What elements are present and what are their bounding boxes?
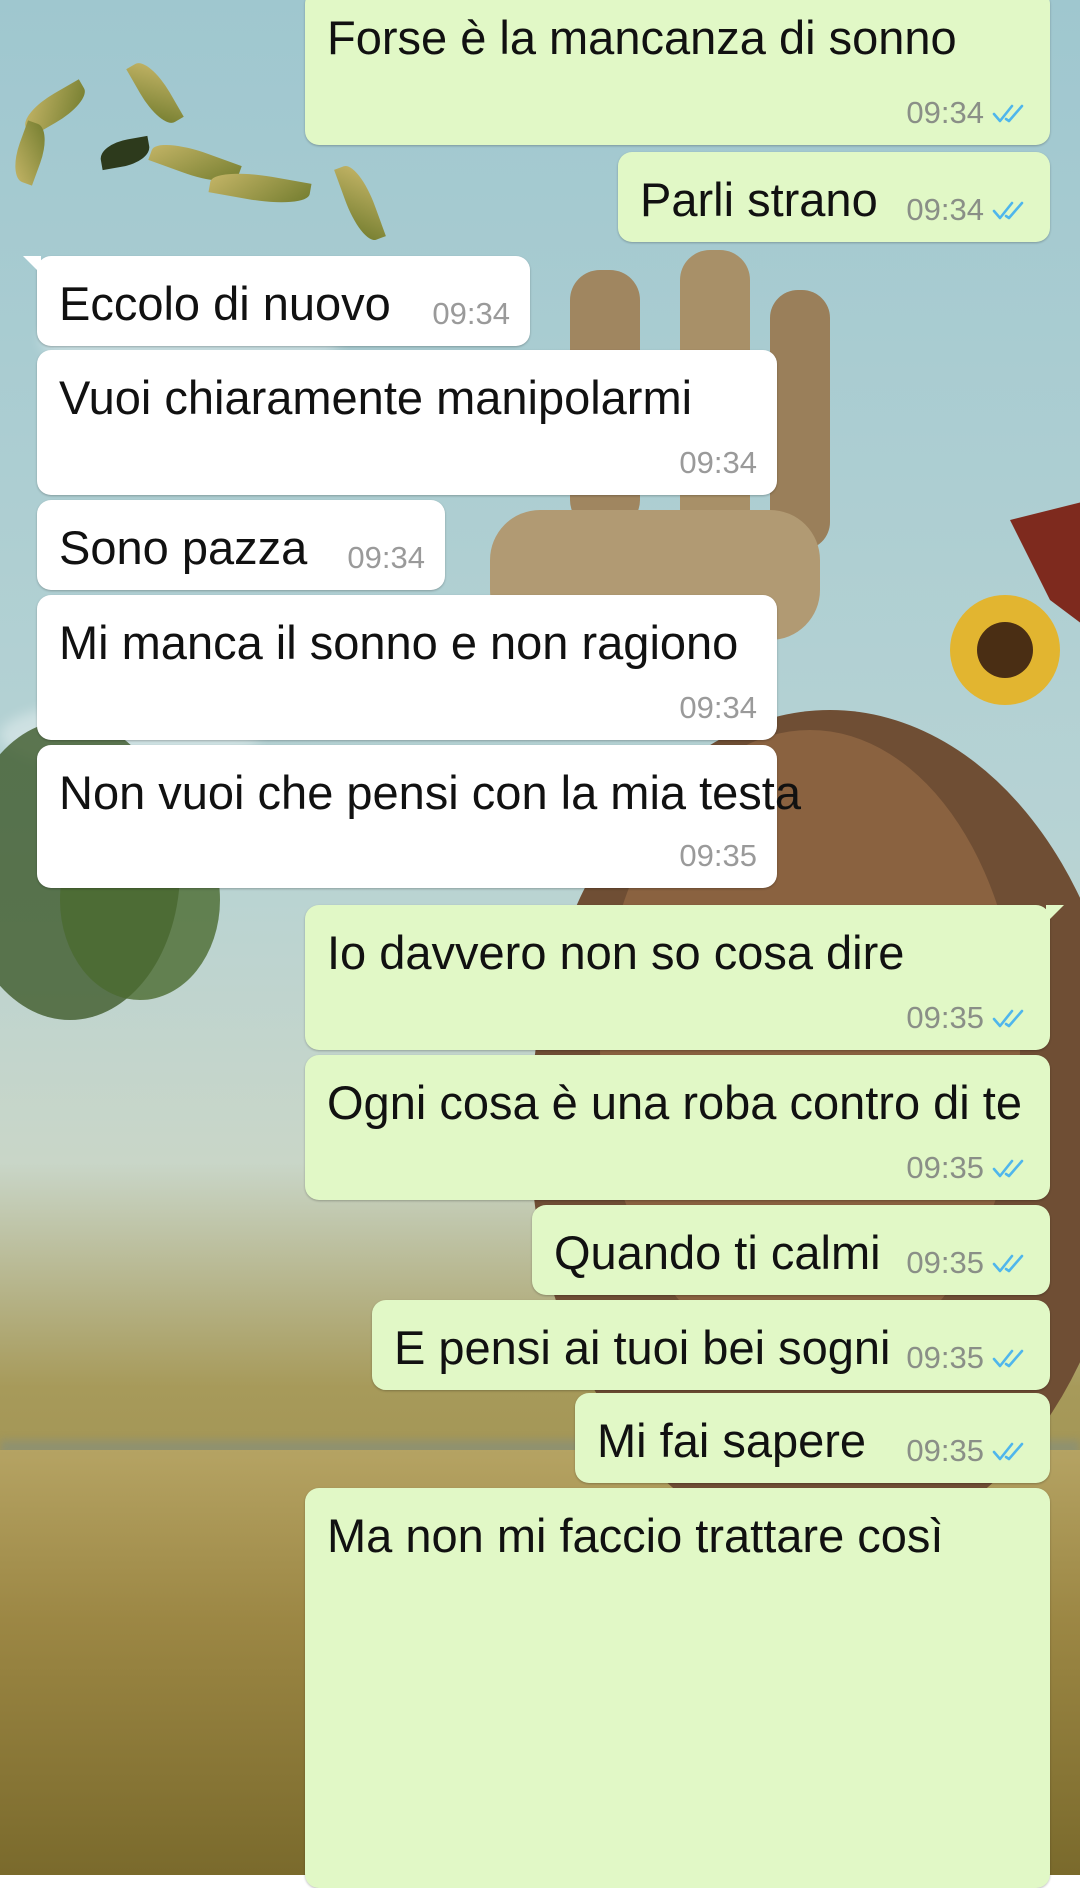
message-text: Eccolo di nuovo <box>59 277 391 330</box>
message-meta: 09:35 <box>906 1150 1030 1186</box>
message-timestamp: 09:34 <box>679 690 757 725</box>
message-timestamp: 09:34 <box>679 445 757 480</box>
outgoing-message-bubble[interactable]: Io davvero non so cosa dire 09:35 <box>305 905 1064 1050</box>
incoming-message-bubble[interactable]: Mi manca il sonno e non ragiono 09:34 <box>37 595 777 740</box>
message-text: Vuoi chiaramente manipolarmi <box>59 371 693 424</box>
incoming-message-bubble[interactable]: Sono pazza 09:34 <box>37 500 445 590</box>
message-meta: 09:34 <box>347 540 425 576</box>
message-meta: 09:35 <box>679 838 757 874</box>
message-meta: 09:35 <box>906 1245 1030 1281</box>
message-timestamp: 09:34 <box>347 540 425 575</box>
bubble-tail <box>23 256 41 274</box>
message-text: Forse è la mancanza di sonno <box>327 11 957 64</box>
bubble-tail <box>1046 905 1064 923</box>
incoming-message-bubble[interactable]: Non vuoi che pensi con la mia testa 09:35 <box>37 745 801 888</box>
message-timestamp: 09:34 <box>432 296 510 331</box>
read-receipt-double-check-icon <box>992 1347 1030 1369</box>
message-meta: 09:34 <box>906 95 1030 131</box>
outgoing-message-bubble[interactable]: E pensi ai tuoi bei sogni 09:35 <box>372 1300 1050 1390</box>
message-text: Parli strano <box>640 173 878 226</box>
message-text: Mi manca il sonno e non ragiono <box>59 616 739 669</box>
message-timestamp: 09:35 <box>906 1150 984 1185</box>
message-meta: 09:34 <box>906 192 1030 228</box>
message-text: Ma non mi faccio trattare così <box>327 1509 944 1562</box>
outgoing-message-bubble[interactable]: Mi fai sapere 09:35 <box>575 1393 1050 1483</box>
message-text: Sono pazza <box>59 521 308 574</box>
read-receipt-double-check-icon <box>992 102 1030 124</box>
message-timestamp: 09:34 <box>906 192 984 227</box>
message-meta: 09:34 <box>679 445 757 481</box>
outgoing-message-bubble[interactable]: Ogni cosa è una roba contro di te 09:35 <box>305 1055 1050 1200</box>
outgoing-message-bubble[interactable]: Parli strano 09:34 <box>618 152 1050 242</box>
read-receipt-double-check-icon <box>992 1252 1030 1274</box>
outgoing-message-bubble[interactable]: Ma non mi faccio trattare così <box>305 1488 1050 1888</box>
incoming-message-bubble[interactable]: Eccolo di nuovo 09:34 <box>23 256 530 346</box>
message-timestamp: 09:35 <box>906 1433 984 1468</box>
message-timestamp: 09:35 <box>906 1000 984 1035</box>
incoming-message-bubble[interactable]: Vuoi chiaramente manipolarmi 09:34 <box>37 350 777 495</box>
read-receipt-double-check-icon <box>992 1157 1030 1179</box>
message-text: Ogni cosa è una roba contro di te <box>327 1076 1022 1129</box>
message-meta: 09:35 <box>906 1340 1030 1376</box>
message-meta: 09:35 <box>906 1000 1030 1036</box>
message-timestamp: 09:35 <box>679 838 757 873</box>
message-text: Non vuoi che pensi con la mia testa <box>59 766 801 819</box>
message-meta: 09:34 <box>679 690 757 726</box>
message-timestamp: 09:34 <box>906 95 984 130</box>
outgoing-message-bubble[interactable]: Forse è la mancanza di sonno 09:34 <box>305 0 1050 145</box>
message-meta: 09:34 <box>432 296 510 332</box>
message-text: E pensi ai tuoi bei sogni <box>394 1321 891 1374</box>
read-receipt-double-check-icon <box>992 1007 1030 1029</box>
read-receipt-double-check-icon <box>992 199 1030 221</box>
message-timestamp: 09:35 <box>906 1245 984 1280</box>
read-receipt-double-check-icon <box>992 1440 1030 1462</box>
message-text: Io davvero non so cosa dire <box>327 926 905 979</box>
outgoing-message-bubble[interactable]: Quando ti calmi 09:35 <box>532 1205 1050 1295</box>
message-text: Mi fai sapere <box>597 1414 867 1467</box>
message-timestamp: 09:35 <box>906 1340 984 1375</box>
message-text: Quando ti calmi <box>554 1226 881 1279</box>
message-meta: 09:35 <box>906 1433 1030 1469</box>
